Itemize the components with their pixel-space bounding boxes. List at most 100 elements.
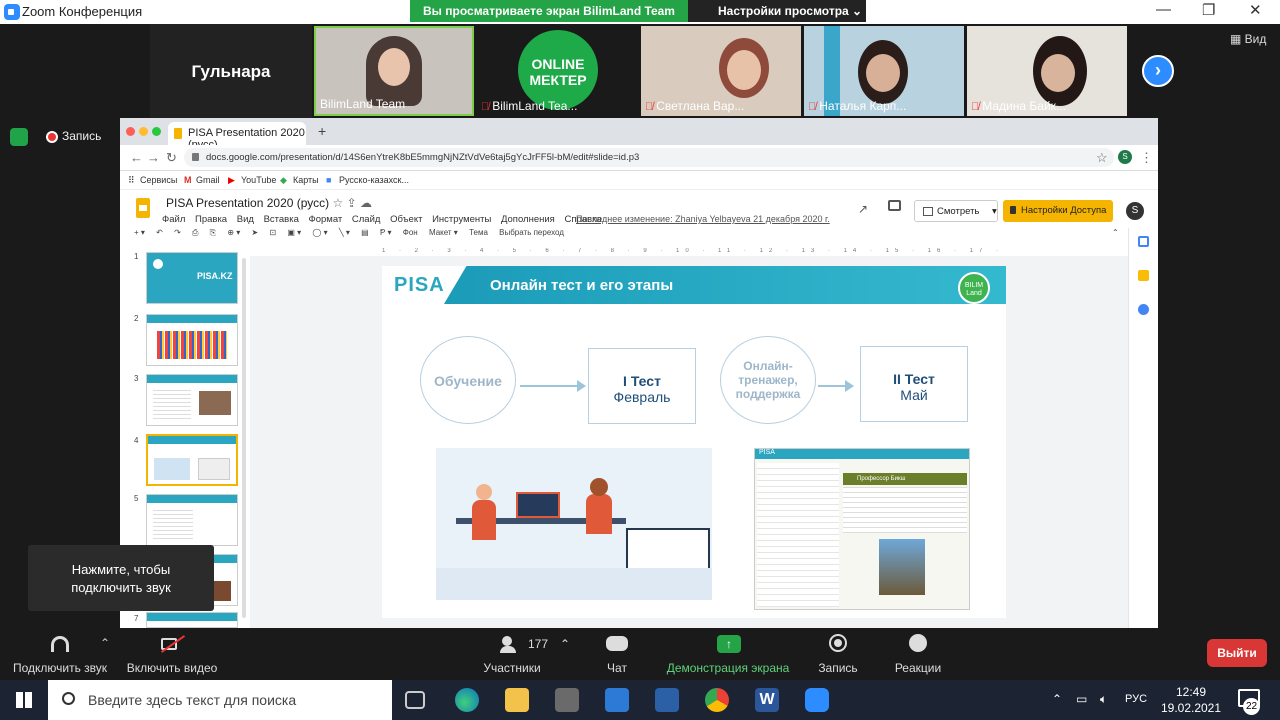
slide-thumbnail[interactable]: PISA.KZ	[146, 252, 238, 304]
image-icon[interactable]: ▣ ▾	[287, 228, 301, 237]
participant-tile[interactable]: 🎙̸ Светлана Вар...	[641, 26, 801, 116]
store-icon[interactable]	[555, 688, 579, 712]
participants-chevron-icon[interactable]: ⌃	[560, 637, 570, 651]
menu-insert[interactable]: Вставка	[264, 214, 299, 225]
menu-tools[interactable]: Инструменты	[432, 214, 491, 225]
audio-options-chevron-icon[interactable]: ⌃	[100, 636, 110, 650]
bookmark-item[interactable]: Gmail	[196, 175, 220, 185]
filmstrip-scrollbar[interactable]	[242, 258, 246, 618]
bookmark-item[interactable]: Карты	[293, 175, 319, 185]
toolbar-background[interactable]: Фон	[403, 228, 418, 237]
tray-chevron-icon[interactable]: ⌃	[1052, 692, 1062, 706]
zoom-icon[interactable]: ⊕ ▾	[227, 228, 240, 237]
star-icon[interactable]: ☆	[333, 196, 344, 210]
new-slide-icon[interactable]: + ▾	[134, 228, 145, 237]
last-edit-link[interactable]: Последнее изменение: Zhaniya Yelbayeva 2…	[576, 214, 830, 224]
select-icon[interactable]: ➤	[252, 228, 259, 237]
participant-tile[interactable]: 🎙̸ Мадина Байк...	[967, 26, 1127, 116]
text-format-icon[interactable]: Ᵽ ▾	[380, 228, 392, 237]
slide-thumbnail[interactable]	[146, 314, 238, 366]
app-icon[interactable]	[655, 688, 679, 712]
chevron-down-icon[interactable]: ▾	[992, 206, 997, 217]
tasks-icon[interactable]	[1138, 304, 1149, 315]
calendar-icon[interactable]	[1138, 236, 1149, 247]
bookmark-item[interactable]: Сервисы	[140, 175, 177, 185]
participant-tile[interactable]: 🎙̸ Наталья Карп...	[804, 26, 964, 116]
chrome-icon[interactable]	[705, 688, 729, 712]
clock[interactable]: 12:49 19.02.2021	[1160, 684, 1222, 716]
collapse-toolbar-icon[interactable]: ⌃	[1112, 228, 1119, 237]
textbox-icon[interactable]: ⊡	[269, 228, 276, 237]
reload-icon[interactable]: ↻	[166, 150, 177, 166]
menu-addons[interactable]: Дополнения	[501, 214, 555, 225]
apps-icon[interactable]: ⠿	[128, 175, 135, 186]
reactions-button[interactable]: Реакции	[884, 628, 952, 680]
toolbar-transition[interactable]: Выбрать переход	[499, 228, 564, 237]
view-button[interactable]: ▦ Вид	[1230, 32, 1266, 46]
language-indicator[interactable]: РУС	[1125, 693, 1147, 705]
file-explorer-icon[interactable]	[505, 688, 529, 712]
address-bar[interactable]: docs.google.com/presentation/d/14S6enYtr…	[184, 148, 1114, 167]
move-icon[interactable]: ⇪	[347, 196, 357, 210]
close-window-icon[interactable]	[126, 127, 135, 136]
comment-add-icon[interactable]: ▤	[361, 228, 369, 237]
line-icon[interactable]: ╲ ▾	[339, 228, 350, 237]
minimize-icon[interactable]: —	[1156, 1, 1171, 18]
participants-button[interactable]: Участники	[472, 628, 552, 680]
view-settings-button[interactable]: Настройки просмотра ⌄	[688, 0, 866, 22]
volume-icon[interactable]: 🔈︎	[1100, 692, 1107, 707]
word-icon[interactable]: W	[755, 688, 779, 712]
edge-icon[interactable]	[455, 688, 479, 712]
close-icon[interactable]: ✕	[1249, 1, 1262, 19]
minimize-window-icon[interactable]	[139, 127, 148, 136]
active-speaker-tile[interactable]: Гульнара	[150, 24, 312, 118]
leave-button[interactable]: Выйти	[1207, 639, 1267, 667]
print-icon[interactable]: ⎙	[192, 228, 198, 237]
participant-tile[interactable]: BilimLand Team	[314, 26, 474, 116]
mail-icon[interactable]	[605, 688, 629, 712]
toolbar-layout[interactable]: Макет ▾	[429, 228, 458, 237]
comment-icon[interactable]	[888, 200, 901, 211]
join-audio-button[interactable]: Подключить звук	[6, 628, 114, 680]
account-avatar[interactable]: S	[1126, 202, 1144, 220]
maximize-icon[interactable]: ❐	[1202, 1, 1215, 19]
share-access-button[interactable]: Настройки Доступа	[1003, 200, 1113, 222]
menu-slide[interactable]: Слайд	[352, 214, 381, 225]
paint-format-icon[interactable]: ⎘	[210, 228, 216, 237]
shape-icon[interactable]: ◯ ▾	[312, 228, 327, 237]
maximize-window-icon[interactable]	[152, 127, 161, 136]
browser-tab[interactable]: PISA Presentation 2020 (русс)	[168, 122, 306, 151]
share-screen-button[interactable]: ↑ Демонстрация экрана	[662, 628, 794, 680]
record-button[interactable]: Запись	[808, 628, 868, 680]
menu-object[interactable]: Объект	[390, 214, 422, 225]
new-tab-icon[interactable]: +	[318, 123, 326, 139]
menu-file[interactable]: Файл	[162, 214, 185, 225]
network-icon[interactable]: ▭	[1076, 692, 1087, 706]
participant-tile[interactable]: ONLINE МЕКТЕР 🎙̸ BilimLand Tea...	[477, 26, 637, 116]
menu-edit[interactable]: Правка	[195, 214, 227, 225]
slides-logo-icon[interactable]	[136, 198, 150, 218]
profile-avatar[interactable]: S	[1118, 150, 1132, 164]
bookmark-item[interactable]: YouTube	[241, 175, 276, 185]
keep-icon[interactable]	[1138, 270, 1149, 281]
slide-thumbnail[interactable]	[146, 494, 238, 546]
back-icon[interactable]: ←	[130, 150, 143, 165]
toolbar-theme[interactable]: Тема	[469, 228, 488, 237]
activity-icon[interactable]: ↗	[858, 202, 868, 216]
current-slide[interactable]: PISA Онлайн тест и его этапы BILIM Land …	[382, 266, 1006, 618]
redo-icon[interactable]: ↷	[174, 228, 181, 237]
zoom-app-icon[interactable]	[805, 688, 829, 712]
slide-thumbnail-selected[interactable]	[146, 434, 238, 486]
document-title[interactable]: PISA Presentation 2020 (русс) ☆ ⇪ ☁	[166, 196, 372, 210]
bookmark-item[interactable]: Русско-казахск...	[339, 175, 409, 185]
next-page-button[interactable]: ›	[1142, 55, 1174, 87]
chat-button[interactable]: Чат	[586, 628, 648, 680]
undo-icon[interactable]: ↶	[156, 228, 163, 237]
forward-icon[interactable]: →	[147, 150, 160, 165]
windows-start-icon[interactable]	[16, 692, 32, 708]
menu-format[interactable]: Формат	[309, 214, 343, 225]
slide-thumbnail[interactable]	[146, 612, 238, 628]
slide-thumbnail[interactable]	[146, 374, 238, 426]
taskbar-search[interactable]: Введите здесь текст для поиска	[48, 680, 392, 720]
kebab-menu-icon[interactable]: ⋮	[1140, 150, 1153, 166]
